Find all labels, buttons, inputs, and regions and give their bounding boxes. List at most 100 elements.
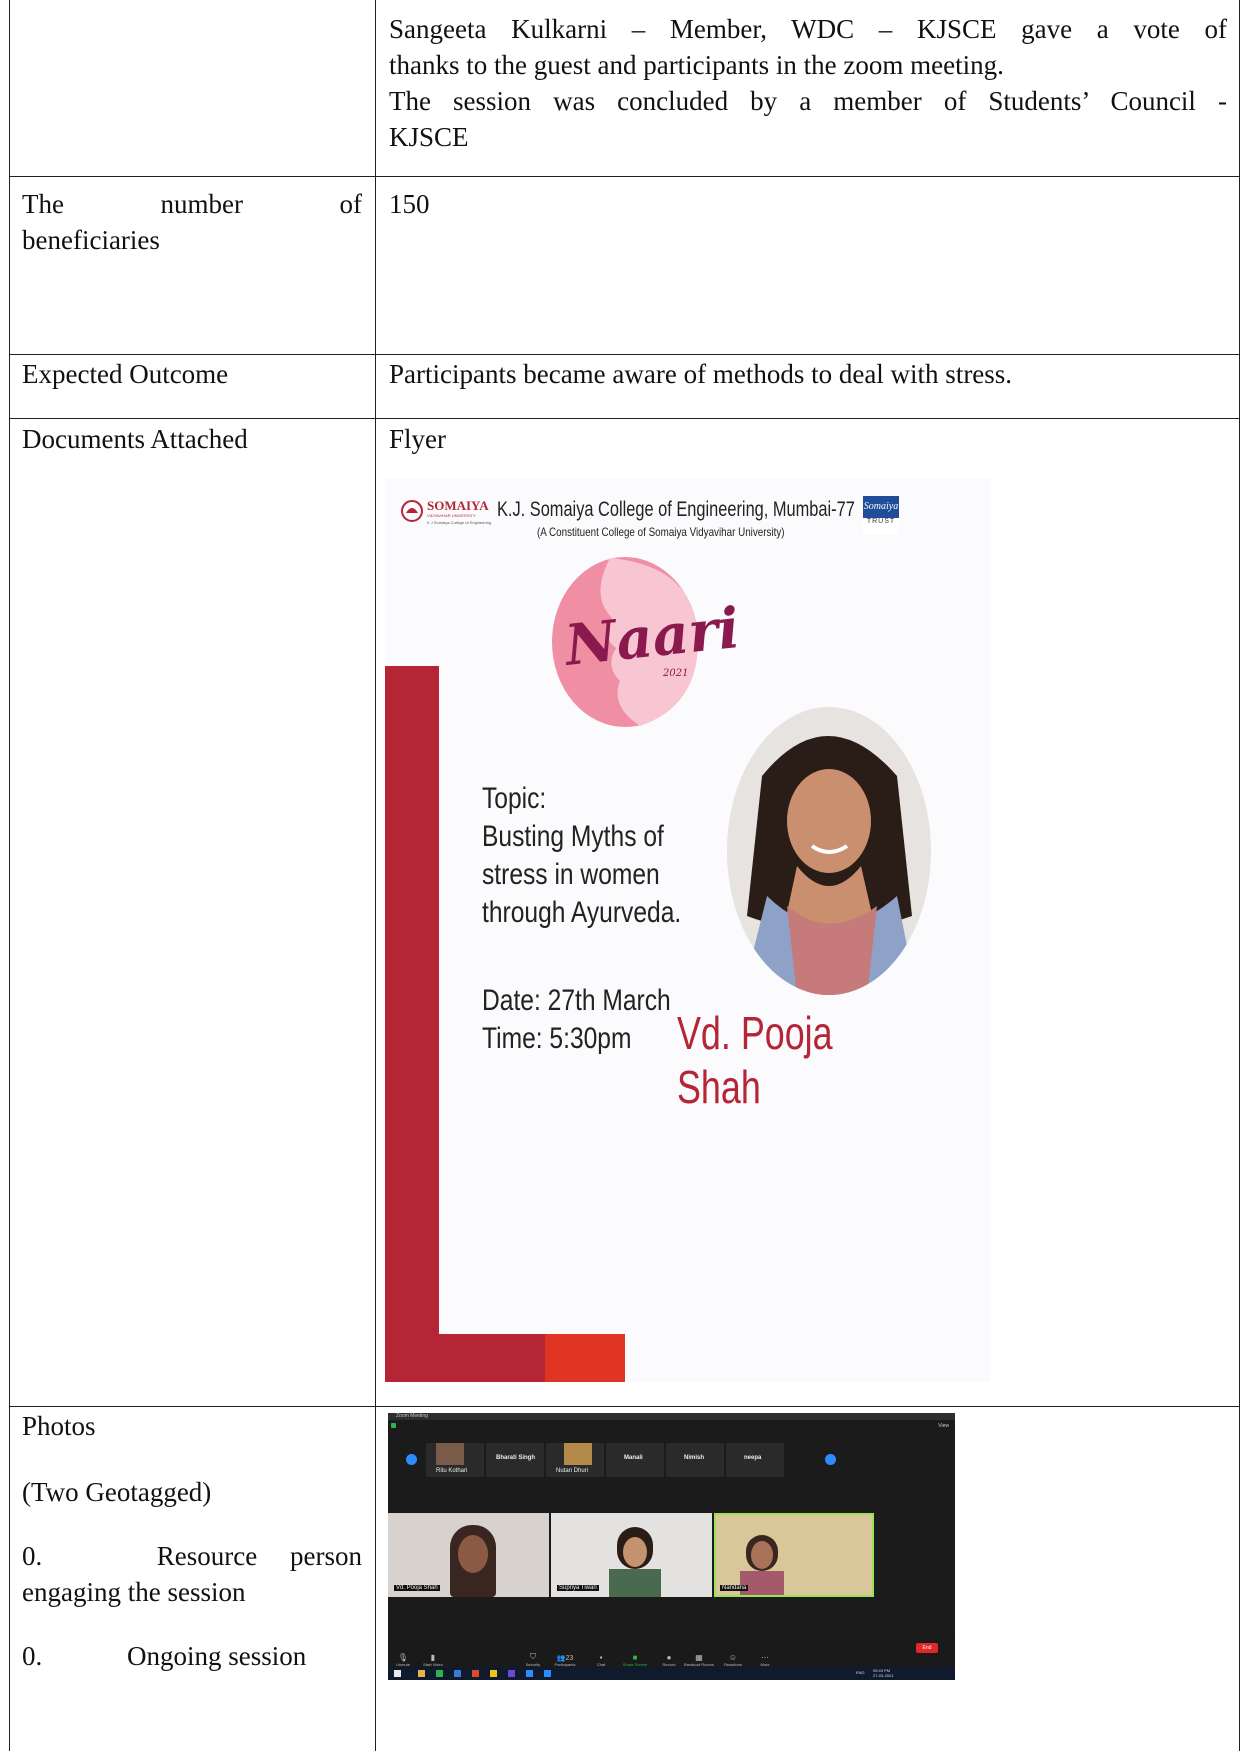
breakout-rooms-button: ▦ Breakout Rooms (684, 1653, 714, 1667)
trust-word: TRUST (866, 518, 896, 525)
row-divider-4 (9, 1406, 1240, 1407)
record-button: ● Record (662, 1653, 676, 1667)
more-button: ⋯ More (760, 1653, 770, 1667)
participant-thumb: Nimish (666, 1443, 724, 1477)
tile-name: Supriya Tiwari (557, 1585, 599, 1591)
zoom-toolbar: 🎙 Unmute ▮ Start Video ⛉ Security 👥23 Partic… (388, 1637, 955, 1667)
vote-of-thanks-text: Sangeeta Kulkarni – Member, WDC – KJSCE … (389, 11, 1227, 155)
video-tile: Supriya Tiwari (551, 1513, 712, 1597)
text-line: thanks to the guest and participants in … (389, 50, 1004, 80)
text-line: The session was concluded by a member of… (389, 86, 1227, 116)
photo-item-1: 0. Resource person engaging the session (22, 1538, 362, 1610)
participant-count: 23 (565, 1655, 574, 1662)
thumb-name: Nutan Dhuri (556, 1468, 589, 1474)
start-video-button: ▮ Start Video (423, 1653, 443, 1667)
label-word: The (22, 189, 64, 219)
table-border-left (9, 0, 10, 1751)
item-number: 0. (22, 1641, 43, 1671)
event-time: Time: 5:30pm (482, 1022, 632, 1055)
shield-icon (391, 1423, 396, 1428)
row-divider-1 (9, 176, 1240, 177)
label-word: of (339, 189, 363, 219)
photos-sub: (Two Geotagged) (22, 1477, 212, 1507)
taskbar-lang: ENG (856, 1670, 865, 1675)
windows-taskbar: ENG 05:43 PM 27-03-2021 (388, 1667, 955, 1680)
clock-date: 27-03-2021 (873, 1673, 894, 1678)
video-tile-active-speaker: Nandana (714, 1513, 874, 1597)
thumb-name: Nimish (684, 1455, 705, 1461)
chat-button: ▪ Chat (596, 1653, 606, 1667)
trust-script: Somaiya (863, 496, 899, 518)
participants-button: 👥23 Participants (554, 1655, 576, 1667)
photo-item-2: 0. Ongoing session (22, 1638, 306, 1674)
thumb-name: neepa (744, 1455, 762, 1461)
logo-sub2: K J Somaiya College of Engineering (427, 520, 492, 525)
next-page-icon (825, 1454, 836, 1465)
thumb-name: Bharati Singh (496, 1455, 536, 1461)
taskbar-app-icon (472, 1670, 479, 1677)
participant-thumb: neepa (726, 1443, 784, 1477)
security-button: ⛉ Security (525, 1652, 541, 1667)
zoom-titlebar: Zoom Meeting (388, 1413, 955, 1420)
windows-start-icon (394, 1670, 401, 1677)
speaker-photo (727, 707, 931, 995)
taskbar-app-icon (490, 1670, 497, 1677)
topic-line: stress in women (482, 858, 660, 891)
table-border-mid (375, 0, 376, 1751)
share-screen-button: ■ Share Screen (622, 1653, 648, 1667)
logo-main: SOMAIYA (427, 498, 489, 513)
naari-year: 2021 (663, 668, 689, 679)
reactions-button: ☺ Reactions (724, 1653, 742, 1667)
photos-label: Photos (22, 1411, 96, 1441)
row-divider-3 (9, 418, 1240, 419)
item-text: Resource person (156, 1541, 362, 1571)
text-line: Sangeeta Kulkarni – Member, WDC – KJSCE … (389, 14, 1227, 44)
row-divider-2 (9, 354, 1240, 355)
item-number: 0. (22, 1541, 43, 1571)
participant-thumb: Nutan Dhuri (546, 1443, 604, 1477)
somaiya-logo-icon (401, 500, 423, 522)
taskbar-app-icon (526, 1670, 533, 1677)
beneficiaries-label: The number of beneficiaries (22, 186, 362, 258)
taskbar-app-icon (454, 1670, 461, 1677)
participant-thumb: Ritu Kothari (426, 1443, 484, 1477)
prev-page-icon (406, 1454, 417, 1465)
taskbar-app-icon (436, 1670, 443, 1677)
text-line: KJSCE (389, 122, 469, 152)
topic-line: Busting Myths of (482, 820, 664, 853)
expected-outcome-label: Expected Outcome (22, 359, 229, 389)
documents-label: Documents Attached (22, 424, 248, 454)
zoom-title: Zoom Meeting (396, 1413, 428, 1419)
taskbar-app-icon (508, 1670, 515, 1677)
logo-sub: VIDYAVIHAR UNIVERSITY (427, 513, 476, 518)
taskbar-app-icon (418, 1670, 425, 1677)
orange-bar (545, 1334, 625, 1382)
item-text-line2: engaging the session (22, 1577, 246, 1607)
topic-line: through Ayurveda. (482, 896, 682, 929)
documents-value: Flyer (389, 424, 446, 454)
speaker-name: Vd. Pooja Shah (677, 1007, 833, 1113)
event-date: Date: 27th March (482, 984, 671, 1017)
taskbar-clock: 05:43 PM 27-03-2021 (873, 1668, 893, 1678)
red-bar-horizontal (385, 1334, 545, 1382)
item-text: Ongoing session (127, 1641, 307, 1671)
thumb-name: Ritu Kothari (436, 1468, 468, 1474)
beneficiaries-value: 150 (389, 189, 430, 219)
event-flyer: SOMAIYA VIDYAVIHAR UNIVERSITY K J Somaiy… (385, 478, 990, 1382)
video-tile: Vd. Pooja Shah (388, 1513, 549, 1597)
college-sub: (A Constituent College of Somaiya Vidyav… (537, 525, 785, 539)
tile-name: Nandana (720, 1585, 749, 1591)
label-line: beneficiaries (22, 225, 160, 255)
unmute-button: 🎙 Unmute (395, 1653, 410, 1667)
college-name: K.J. Somaiya College of Engineering, Mum… (497, 498, 855, 521)
zoom-screenshot: Zoom Meeting View Ritu Kothari Bharati S… (388, 1413, 955, 1680)
view-button: View (938, 1423, 949, 1429)
topic-label: Topic: (482, 782, 547, 815)
participant-thumb: Bharati Singh (486, 1443, 544, 1477)
trust-logo: Somaiya TRUST (863, 496, 899, 534)
label-word: number (160, 189, 243, 219)
participant-thumb: Manali (606, 1443, 664, 1477)
expected-outcome-value: Participants became aware of methods to … (389, 359, 1013, 389)
end-button: End (916, 1643, 938, 1653)
tile-name: Vd. Pooja Shah (394, 1585, 440, 1591)
